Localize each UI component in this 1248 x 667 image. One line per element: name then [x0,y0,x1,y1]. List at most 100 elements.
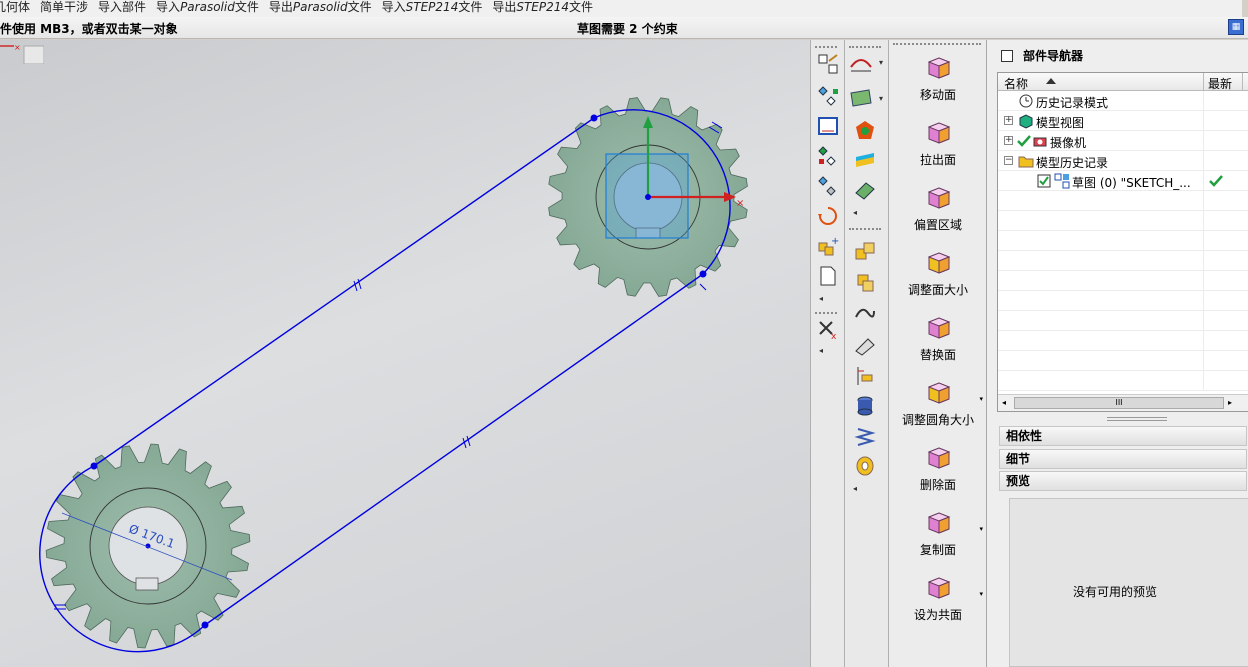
show-constraints-icon[interactable] [816,174,840,198]
face-tool-button[interactable]: 调整面大小 [889,243,987,303]
more-chevron-icon[interactable]: ◂ [819,346,823,355]
more-chevron-icon[interactable]: ◂ [853,484,857,493]
components-icon[interactable] [853,270,877,294]
tree-node[interactable]: 历史记录模式 [998,91,1248,111]
navigator-tree[interactable]: 名称 最新 历史记录模式 + 模型视图 + 摄像机 − 模型历史记录草图 (0) "SKET… [997,72,1248,412]
tree-node[interactable]: + 模型视图 [998,111,1248,131]
expand-icon[interactable]: + [1004,116,1013,125]
curve-arc-icon[interactable] [849,50,873,74]
dropdown-icon[interactable]: ▾ [879,58,883,67]
face-tool-button[interactable]: 复制面 ▾ [889,503,987,563]
menu-item-prefix: 导出 [268,0,293,14]
menu-item[interactable]: 简单干涉 [40,1,98,13]
stack-icon[interactable] [853,394,877,418]
checkbox-checked-icon[interactable] [1036,173,1052,189]
tree-node-label: 历史记录模式 [1036,96,1109,110]
face-tool-label: 偏置区域 [913,218,962,232]
corner-icon[interactable]: ▦ [1228,19,1244,35]
constraint-icon[interactable] [816,84,840,108]
face-tool-button[interactable]: 删除面 [889,438,987,498]
feature-color-icon[interactable] [853,118,877,142]
menu-item[interactable]: 几何体 [0,1,40,13]
offset-region-icon [927,187,951,209]
empty-row [998,351,1248,371]
menu-item[interactable]: 导出 Parasolid 文件 [269,1,382,13]
new-document-icon[interactable] [816,264,840,288]
toolbar-grip[interactable] [893,43,981,46]
menu-item[interactable]: 导入 STEP214 文件 [382,1,493,13]
section-details[interactable]: 细节 [999,449,1247,469]
dropdown-icon[interactable]: ▾ [979,395,983,403]
sketch-icon[interactable] [816,52,840,76]
column-name[interactable]: 名称 [1004,75,1028,92]
expand-icon[interactable]: + [1004,136,1013,145]
face-tool-button[interactable]: 拉出面 [889,113,987,173]
face-tool-button[interactable]: 替换面 [889,308,987,368]
rotate-icon[interactable] [816,204,840,228]
toolbar-grip[interactable] [815,46,837,49]
up-to-date-check-icon [1209,175,1223,187]
geometric-constraint-icon[interactable] [816,144,840,168]
spring-icon[interactable] [853,424,877,448]
more-chevron-icon[interactable]: ◂ [819,294,823,303]
thread-icon[interactable] [853,454,877,478]
large-sprocket[interactable] [45,443,251,649]
empty-row [998,231,1248,251]
scroll-thumb[interactable]: III [1014,397,1224,409]
menu-item[interactable]: 导出 STEP214 文件 [492,1,603,13]
panel-splitter[interactable] [1107,417,1167,421]
tree-node[interactable]: − 模型历史记录 [998,151,1248,171]
scroll-left-icon[interactable]: ◂ [1002,398,1006,407]
menu-item-format: Parasolid [180,0,235,14]
face-tool-button[interactable]: 偏置区域 [889,178,987,238]
toolbar-grip[interactable] [815,312,837,315]
sweep-icon[interactable] [853,302,877,326]
face-tool-button[interactable]: 移动面 [889,48,987,108]
scroll-right-icon[interactable]: ▸ [1228,398,1232,407]
graphics-window[interactable]: Ø 170.1 × × [0,40,810,667]
menu-item-format: STEP214 [516,0,570,14]
navigator-checkbox-icon[interactable] [1001,49,1013,62]
empty-row [998,191,1248,211]
layer-surface-icon[interactable] [853,148,877,172]
empty-row [998,311,1248,331]
tube-icon[interactable] [853,334,877,358]
sketch-canvas[interactable]: Ø 170.1 × [0,40,810,667]
cue-hint: 件使用 MB3，或者双击某一对象 [0,22,178,36]
tree-node-label: 草图 (0) "SKETCH_... [1072,176,1191,190]
menu-item-suffix: 文件 [569,0,594,14]
delete-constraint-icon[interactable]: x [816,318,840,342]
face-tool-button[interactable]: 设为共面 ▾ [889,568,987,628]
empty-row [998,251,1248,271]
surface-icon[interactable] [849,86,873,110]
svg-text:+: + [831,236,839,247]
column-latest[interactable]: 最新 [1208,75,1232,92]
cue-line: 件使用 MB3，或者双击某一对象 草图需要 2 个约束 ▦ [0,17,1248,39]
tree-node[interactable]: 草图 (0) "SKETCH_... [998,171,1248,191]
more-chevron-icon[interactable]: ◂ [853,208,857,217]
toolbar-grip[interactable] [849,46,881,49]
visible-check-icon[interactable] [1016,133,1032,149]
collapse-icon[interactable]: − [1004,156,1013,165]
tree-node[interactable]: + 摄像机 [998,131,1248,151]
mesh-surface-icon[interactable] [853,178,877,202]
toolbar-grip[interactable] [849,228,881,231]
dropdown-icon[interactable]: ▾ [879,94,883,103]
add-component-icon[interactable]: + [816,234,840,258]
face-tool-button[interactable]: 调整圆角大小 ▾ [889,373,987,433]
resize-blend-icon [927,382,951,404]
menu-item[interactable]: 导入 Parasolid 文件 [156,1,269,13]
horizontal-scrollbar[interactable]: ◂ III ▸ [998,394,1248,411]
empty-row [998,291,1248,311]
measure-icon[interactable] [853,364,877,388]
menu-item[interactable]: 导入部件 [98,1,156,13]
section-dependency[interactable]: 相依性 [999,426,1247,446]
sort-arrow-icon[interactable] [1046,78,1056,84]
section-preview[interactable]: 预览 [999,471,1247,491]
parallel-constraint-marks [353,278,471,449]
frame-icon[interactable] [816,114,840,138]
tree-node-label: 模型视图 [1036,116,1085,130]
assembly-icon[interactable] [853,238,877,262]
dropdown-icon[interactable]: ▾ [979,590,983,598]
dropdown-icon[interactable]: ▾ [979,525,983,533]
